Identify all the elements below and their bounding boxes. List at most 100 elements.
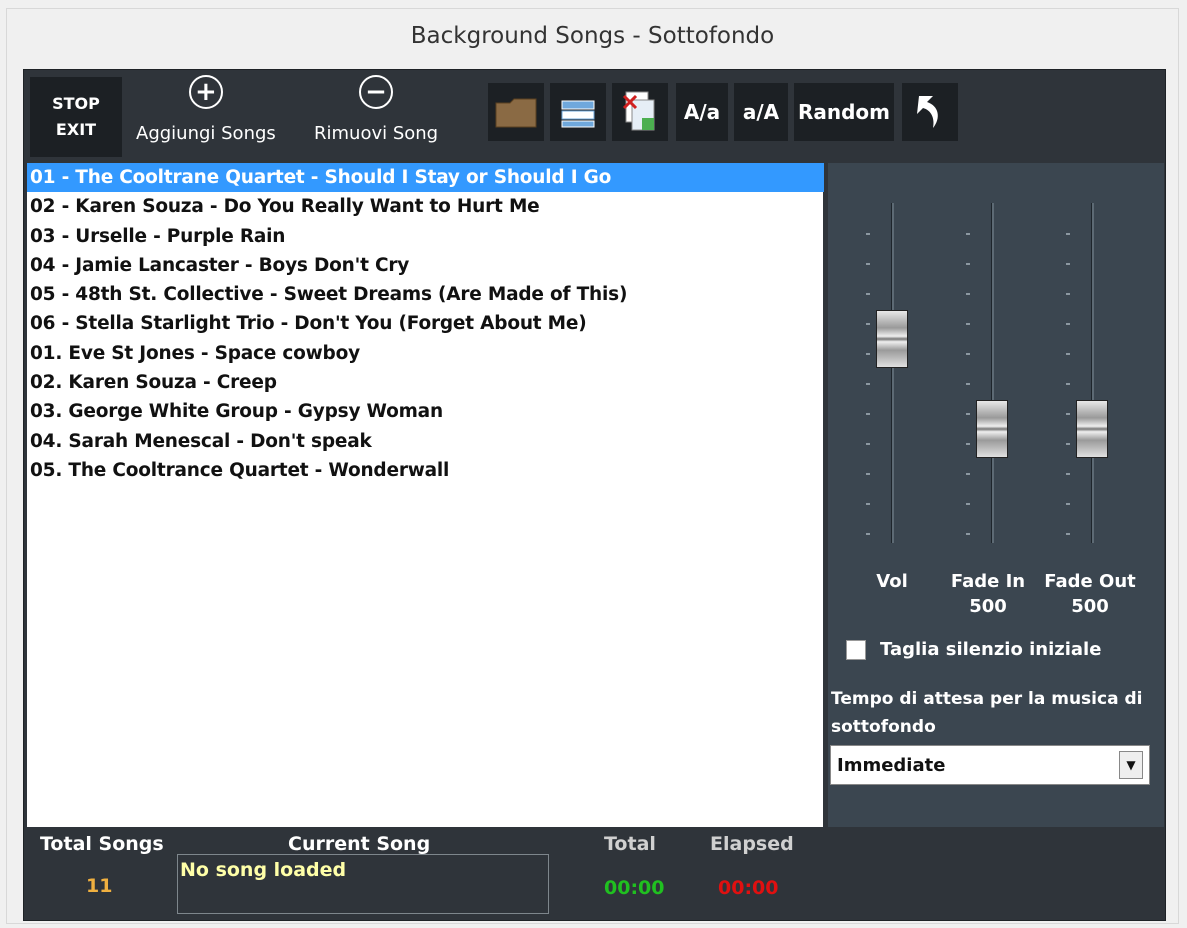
main-frame: STOP EXIT + Aggiungi Songs − Rimuovi Son… — [23, 69, 1166, 921]
plus-circle-icon: + — [188, 75, 223, 109]
clear-list-button[interactable] — [612, 83, 668, 141]
vol-label: Vol — [876, 571, 908, 592]
song-list-item[interactable]: 04 - Jamie Lancaster - Boys Don't Cry — [27, 251, 823, 280]
trim-silence-label: Taglia silenzio iniziale — [880, 639, 1102, 660]
slider-tick — [1066, 413, 1070, 415]
random-button[interactable]: Random — [794, 83, 894, 141]
undo-arrow-icon — [917, 96, 938, 128]
trim-silence-checkbox[interactable] — [846, 639, 866, 660]
stop-exit-button[interactable]: STOP EXIT — [30, 77, 122, 157]
slider-thumb[interactable] — [876, 310, 908, 369]
window-title: Background Songs - Sottofondo — [410, 23, 775, 49]
lowercase-button[interactable]: a/A — [734, 83, 788, 141]
fade-in-label: Fade In 500 — [938, 569, 1038, 619]
song-list-item[interactable]: 05. The Cooltrance Quartet - Wonderwall — [27, 456, 823, 485]
slider-tick — [1066, 353, 1070, 355]
current-song-display: No song loaded — [177, 854, 549, 914]
uppercase-button[interactable]: A/a — [676, 83, 728, 141]
song-list-item[interactable]: 06 - Stella Starlight Trio - Don't You (… — [27, 309, 823, 338]
fade-in-title: Fade In — [950, 571, 1026, 592]
remove-song-label: Rimuovi Song — [314, 123, 439, 144]
slider-tick — [1066, 533, 1070, 535]
dropdown-arrow-icon[interactable]: ▼ — [1119, 751, 1143, 779]
slider-tick — [866, 503, 870, 505]
folder-icon — [495, 98, 537, 128]
current-song-label: Current Song — [288, 833, 431, 855]
slider-tick — [966, 533, 970, 535]
slider-tick — [866, 233, 870, 235]
slider-tick — [966, 323, 970, 325]
save-list-button[interactable] — [550, 83, 606, 141]
exit-label: EXIT — [55, 120, 97, 139]
slider-tick — [1066, 263, 1070, 265]
slider-tick — [966, 443, 970, 445]
slider-tick — [866, 473, 870, 475]
settings-panel: Vol Fade In 500 Fade Out 500 Taglia sile… — [828, 163, 1164, 827]
fade-out-title: Fade Out — [1044, 571, 1136, 592]
wait-time-label: Tempo di attesa per la musica di sottofo… — [831, 689, 1143, 737]
slider-thumb[interactable] — [976, 400, 1008, 459]
song-list-item[interactable]: 04. Sarah Menescal - Don't speak — [27, 427, 823, 456]
slider-tick — [966, 263, 970, 265]
slider-thumb[interactable] — [1076, 400, 1108, 459]
slider-tick — [866, 443, 870, 445]
slider-tick — [966, 503, 970, 505]
elapsed-time-label: Elapsed — [710, 833, 794, 855]
total-time-label: Total — [604, 833, 656, 855]
fade-out-value: 500 — [1071, 596, 1109, 617]
slider-tick — [866, 533, 870, 535]
fade-in-slider[interactable] — [962, 203, 1022, 543]
volume-slider[interactable] — [862, 203, 922, 543]
slider-tick — [1066, 323, 1070, 325]
save-stack-icon — [561, 100, 595, 128]
slider-track — [891, 203, 894, 543]
undo-button[interactable] — [902, 83, 958, 141]
song-list-item[interactable]: 03. George White Group - Gypsy Woman — [27, 397, 823, 426]
song-list-item[interactable]: 01. Eve St Jones - Space cowboy — [27, 339, 823, 368]
song-list-item[interactable]: 02 - Karen Souza - Do You Really Want to… — [27, 192, 823, 221]
fade-out-label: Fade Out 500 — [1030, 569, 1150, 619]
song-list-item[interactable]: 05 - 48th St. Collective - Sweet Dreams … — [27, 280, 823, 309]
song-list-item[interactable]: 01 - The Cooltrane Quartet - Should I St… — [27, 163, 824, 193]
slider-tick — [866, 263, 870, 265]
slider-track — [991, 203, 994, 543]
slider-tick — [866, 353, 870, 355]
wait-time-value: Immediate — [837, 754, 946, 776]
elapsed-time-value: 00:00 — [718, 877, 779, 899]
total-songs-value: 11 — [86, 875, 113, 897]
open-folder-button[interactable] — [488, 83, 544, 141]
slider-track — [1091, 203, 1094, 543]
slider-tick — [966, 293, 970, 295]
status-footer: Total Songs 11 Current Song No song load… — [24, 827, 1165, 920]
stop-label: STOP — [52, 94, 100, 113]
dialog-window: Background Songs - Sottofondo STOP EXIT … — [6, 8, 1179, 924]
remove-song-button[interactable]: − Rimuovi Song — [314, 75, 438, 144]
slider-tick — [966, 413, 970, 415]
wait-time-select[interactable]: Immediate ▼ — [830, 745, 1150, 785]
delete-document-icon — [622, 91, 655, 131]
song-list-item[interactable]: 02. Karen Souza - Creep — [27, 368, 823, 397]
slider-tick — [966, 383, 970, 385]
slider-tick — [866, 293, 870, 295]
trim-silence-option[interactable]: Taglia silenzio iniziale — [846, 639, 1101, 660]
current-song-value: No song loaded — [180, 859, 347, 881]
slider-tick — [1066, 503, 1070, 505]
fade-out-slider[interactable] — [1062, 203, 1122, 543]
slider-tick — [866, 413, 870, 415]
slider-tick — [1066, 473, 1070, 475]
slider-tick — [866, 383, 870, 385]
slider-tick — [1066, 233, 1070, 235]
minus-circle-icon: − — [359, 75, 394, 109]
song-list[interactable]: 01 - The Cooltrane Quartet - Should I St… — [27, 163, 824, 827]
add-songs-button[interactable]: + Aggiungi Songs — [136, 75, 276, 144]
fade-in-value: 500 — [969, 596, 1007, 617]
total-time-value: 00:00 — [604, 877, 665, 899]
add-songs-label: Aggiungi Songs — [136, 123, 276, 144]
slider-tick — [1066, 443, 1070, 445]
slider-tick — [866, 323, 870, 325]
slider-tick — [966, 233, 970, 235]
song-list-item[interactable]: 03 - Urselle - Purple Rain — [27, 222, 823, 251]
total-songs-label: Total Songs — [40, 833, 164, 855]
slider-tick — [1066, 293, 1070, 295]
slider-tick — [1066, 383, 1070, 385]
